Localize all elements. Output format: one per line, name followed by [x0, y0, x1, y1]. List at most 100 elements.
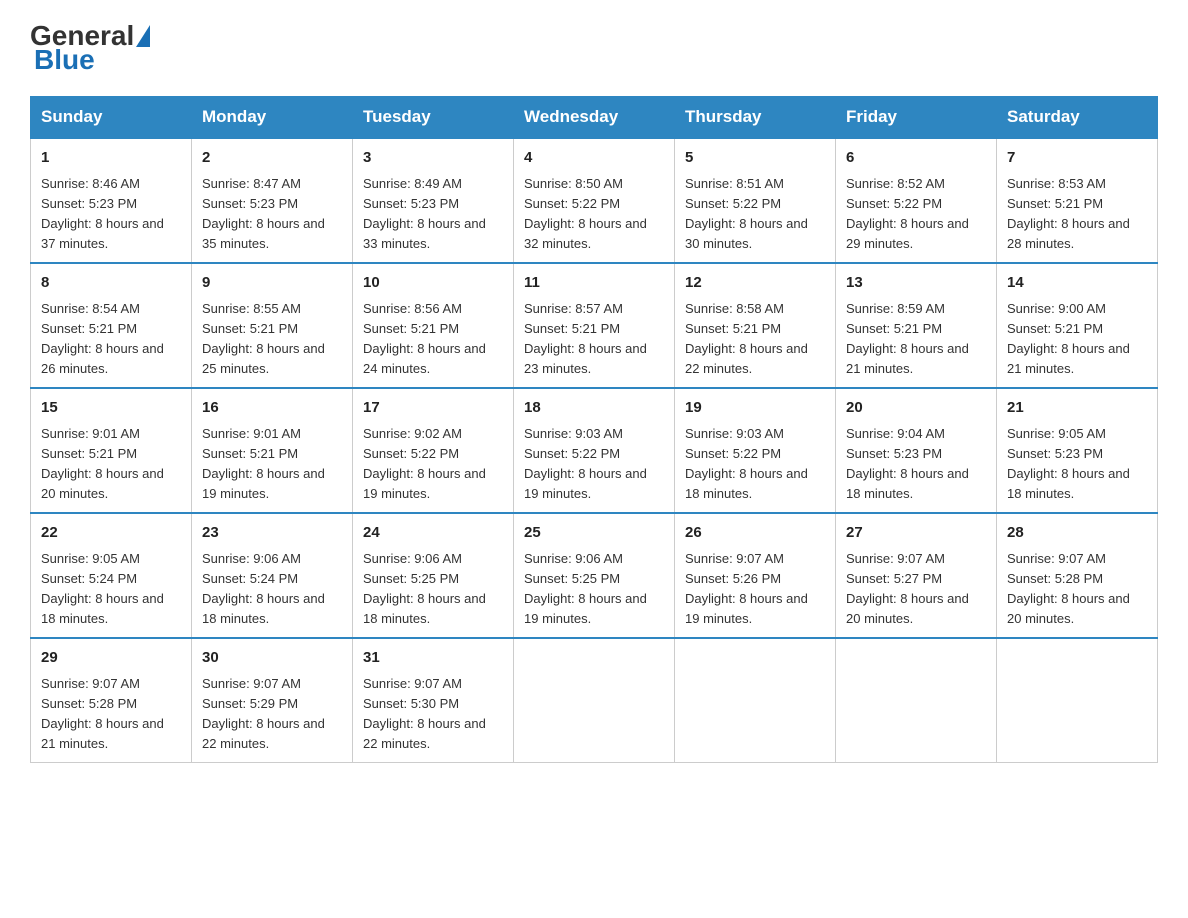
- calendar-cell: 7 Sunrise: 8:53 AM Sunset: 5:21 PM Dayli…: [997, 138, 1158, 263]
- calendar-cell: 4 Sunrise: 8:50 AM Sunset: 5:22 PM Dayli…: [514, 138, 675, 263]
- calendar-cell: 24 Sunrise: 9:06 AM Sunset: 5:25 PM Dayl…: [353, 513, 514, 638]
- calendar-cell: [675, 638, 836, 763]
- day-info: Sunrise: 9:07 AM Sunset: 5:27 PM Dayligh…: [846, 549, 986, 630]
- calendar-cell: [836, 638, 997, 763]
- calendar-cell: 31 Sunrise: 9:07 AM Sunset: 5:30 PM Dayl…: [353, 638, 514, 763]
- day-info: Sunrise: 8:55 AM Sunset: 5:21 PM Dayligh…: [202, 299, 342, 380]
- day-info: Sunrise: 9:07 AM Sunset: 5:28 PM Dayligh…: [41, 674, 181, 755]
- weekday-header-row: SundayMondayTuesdayWednesdayThursdayFrid…: [31, 97, 1158, 139]
- day-number: 1: [41, 147, 181, 170]
- calendar-cell: 19 Sunrise: 9:03 AM Sunset: 5:22 PM Dayl…: [675, 388, 836, 513]
- calendar-cell: 8 Sunrise: 8:54 AM Sunset: 5:21 PM Dayli…: [31, 263, 192, 388]
- calendar-table: SundayMondayTuesdayWednesdayThursdayFrid…: [30, 96, 1158, 763]
- weekday-header-thursday: Thursday: [675, 97, 836, 139]
- logo: General Blue: [30, 20, 152, 76]
- day-number: 10: [363, 272, 503, 295]
- day-info: Sunrise: 9:06 AM Sunset: 5:25 PM Dayligh…: [363, 549, 503, 630]
- day-info: Sunrise: 9:04 AM Sunset: 5:23 PM Dayligh…: [846, 424, 986, 505]
- day-number: 20: [846, 397, 986, 420]
- day-number: 2: [202, 147, 342, 170]
- calendar-cell: 30 Sunrise: 9:07 AM Sunset: 5:29 PM Dayl…: [192, 638, 353, 763]
- calendar-cell: 18 Sunrise: 9:03 AM Sunset: 5:22 PM Dayl…: [514, 388, 675, 513]
- day-info: Sunrise: 9:05 AM Sunset: 5:24 PM Dayligh…: [41, 549, 181, 630]
- weekday-header-friday: Friday: [836, 97, 997, 139]
- day-info: Sunrise: 8:46 AM Sunset: 5:23 PM Dayligh…: [41, 174, 181, 255]
- day-info: Sunrise: 8:49 AM Sunset: 5:23 PM Dayligh…: [363, 174, 503, 255]
- calendar-cell: 5 Sunrise: 8:51 AM Sunset: 5:22 PM Dayli…: [675, 138, 836, 263]
- day-number: 25: [524, 522, 664, 545]
- calendar-cell: 1 Sunrise: 8:46 AM Sunset: 5:23 PM Dayli…: [31, 138, 192, 263]
- day-number: 26: [685, 522, 825, 545]
- logo-blue-text: Blue: [34, 44, 95, 76]
- day-info: Sunrise: 9:07 AM Sunset: 5:30 PM Dayligh…: [363, 674, 503, 755]
- calendar-cell: 28 Sunrise: 9:07 AM Sunset: 5:28 PM Dayl…: [997, 513, 1158, 638]
- day-info: Sunrise: 8:57 AM Sunset: 5:21 PM Dayligh…: [524, 299, 664, 380]
- day-number: 11: [524, 272, 664, 295]
- week-row-1: 1 Sunrise: 8:46 AM Sunset: 5:23 PM Dayli…: [31, 138, 1158, 263]
- day-info: Sunrise: 9:07 AM Sunset: 5:28 PM Dayligh…: [1007, 549, 1147, 630]
- day-info: Sunrise: 8:50 AM Sunset: 5:22 PM Dayligh…: [524, 174, 664, 255]
- week-row-2: 8 Sunrise: 8:54 AM Sunset: 5:21 PM Dayli…: [31, 263, 1158, 388]
- page-header: General Blue: [30, 20, 1158, 76]
- day-info: Sunrise: 8:54 AM Sunset: 5:21 PM Dayligh…: [41, 299, 181, 380]
- calendar-cell: 6 Sunrise: 8:52 AM Sunset: 5:22 PM Dayli…: [836, 138, 997, 263]
- calendar-cell: [514, 638, 675, 763]
- calendar-cell: 3 Sunrise: 8:49 AM Sunset: 5:23 PM Dayli…: [353, 138, 514, 263]
- calendar-cell: 27 Sunrise: 9:07 AM Sunset: 5:27 PM Dayl…: [836, 513, 997, 638]
- day-number: 31: [363, 647, 503, 670]
- calendar-cell: 29 Sunrise: 9:07 AM Sunset: 5:28 PM Dayl…: [31, 638, 192, 763]
- week-row-3: 15 Sunrise: 9:01 AM Sunset: 5:21 PM Dayl…: [31, 388, 1158, 513]
- day-info: Sunrise: 8:47 AM Sunset: 5:23 PM Dayligh…: [202, 174, 342, 255]
- day-number: 9: [202, 272, 342, 295]
- day-number: 13: [846, 272, 986, 295]
- day-number: 3: [363, 147, 503, 170]
- day-number: 29: [41, 647, 181, 670]
- calendar-cell: 9 Sunrise: 8:55 AM Sunset: 5:21 PM Dayli…: [192, 263, 353, 388]
- calendar-cell: 21 Sunrise: 9:05 AM Sunset: 5:23 PM Dayl…: [997, 388, 1158, 513]
- logo-triangle-icon: [136, 25, 150, 47]
- calendar-cell: 2 Sunrise: 8:47 AM Sunset: 5:23 PM Dayli…: [192, 138, 353, 263]
- day-number: 8: [41, 272, 181, 295]
- calendar-cell: 12 Sunrise: 8:58 AM Sunset: 5:21 PM Dayl…: [675, 263, 836, 388]
- calendar-cell: 13 Sunrise: 8:59 AM Sunset: 5:21 PM Dayl…: [836, 263, 997, 388]
- day-info: Sunrise: 9:07 AM Sunset: 5:29 PM Dayligh…: [202, 674, 342, 755]
- calendar-cell: 17 Sunrise: 9:02 AM Sunset: 5:22 PM Dayl…: [353, 388, 514, 513]
- calendar-cell: 16 Sunrise: 9:01 AM Sunset: 5:21 PM Dayl…: [192, 388, 353, 513]
- calendar-cell: 23 Sunrise: 9:06 AM Sunset: 5:24 PM Dayl…: [192, 513, 353, 638]
- day-info: Sunrise: 9:03 AM Sunset: 5:22 PM Dayligh…: [524, 424, 664, 505]
- day-number: 17: [363, 397, 503, 420]
- day-number: 14: [1007, 272, 1147, 295]
- weekday-header-wednesday: Wednesday: [514, 97, 675, 139]
- day-number: 22: [41, 522, 181, 545]
- weekday-header-sunday: Sunday: [31, 97, 192, 139]
- calendar-cell: 14 Sunrise: 9:00 AM Sunset: 5:21 PM Dayl…: [997, 263, 1158, 388]
- calendar-cell: 25 Sunrise: 9:06 AM Sunset: 5:25 PM Dayl…: [514, 513, 675, 638]
- day-number: 30: [202, 647, 342, 670]
- day-number: 23: [202, 522, 342, 545]
- day-info: Sunrise: 9:07 AM Sunset: 5:26 PM Dayligh…: [685, 549, 825, 630]
- day-info: Sunrise: 9:00 AM Sunset: 5:21 PM Dayligh…: [1007, 299, 1147, 380]
- day-info: Sunrise: 8:52 AM Sunset: 5:22 PM Dayligh…: [846, 174, 986, 255]
- day-number: 15: [41, 397, 181, 420]
- day-info: Sunrise: 9:06 AM Sunset: 5:25 PM Dayligh…: [524, 549, 664, 630]
- day-number: 6: [846, 147, 986, 170]
- day-number: 7: [1007, 147, 1147, 170]
- calendar-cell: 11 Sunrise: 8:57 AM Sunset: 5:21 PM Dayl…: [514, 263, 675, 388]
- day-number: 16: [202, 397, 342, 420]
- day-info: Sunrise: 8:59 AM Sunset: 5:21 PM Dayligh…: [846, 299, 986, 380]
- day-number: 21: [1007, 397, 1147, 420]
- day-number: 18: [524, 397, 664, 420]
- day-number: 19: [685, 397, 825, 420]
- week-row-4: 22 Sunrise: 9:05 AM Sunset: 5:24 PM Dayl…: [31, 513, 1158, 638]
- day-info: Sunrise: 8:58 AM Sunset: 5:21 PM Dayligh…: [685, 299, 825, 380]
- day-number: 24: [363, 522, 503, 545]
- day-info: Sunrise: 8:51 AM Sunset: 5:22 PM Dayligh…: [685, 174, 825, 255]
- calendar-cell: 26 Sunrise: 9:07 AM Sunset: 5:26 PM Dayl…: [675, 513, 836, 638]
- day-info: Sunrise: 8:56 AM Sunset: 5:21 PM Dayligh…: [363, 299, 503, 380]
- day-info: Sunrise: 8:53 AM Sunset: 5:21 PM Dayligh…: [1007, 174, 1147, 255]
- calendar-cell: 10 Sunrise: 8:56 AM Sunset: 5:21 PM Dayl…: [353, 263, 514, 388]
- day-info: Sunrise: 9:03 AM Sunset: 5:22 PM Dayligh…: [685, 424, 825, 505]
- calendar-cell: 20 Sunrise: 9:04 AM Sunset: 5:23 PM Dayl…: [836, 388, 997, 513]
- week-row-5: 29 Sunrise: 9:07 AM Sunset: 5:28 PM Dayl…: [31, 638, 1158, 763]
- day-number: 27: [846, 522, 986, 545]
